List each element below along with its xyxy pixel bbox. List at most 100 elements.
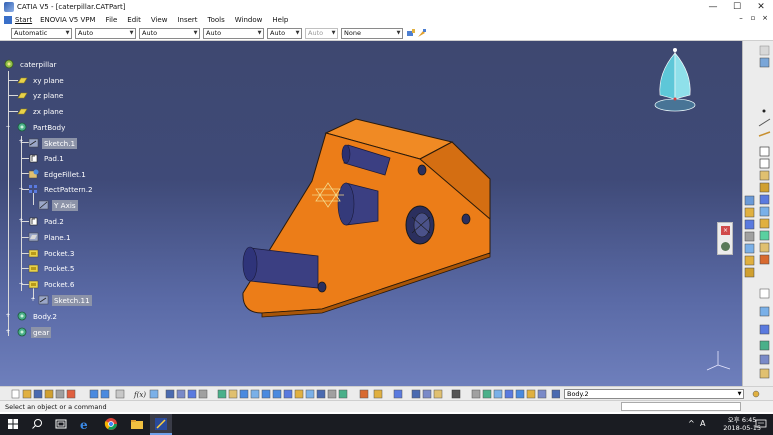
layer-combo[interactable]: Automatic ▼: [11, 28, 72, 39]
pocket-icon: [28, 280, 39, 289]
chevron-down-icon: ▼: [65, 30, 70, 36]
layer-combo-value: Automatic: [14, 29, 48, 37]
file-explorer-icon[interactable]: [130, 417, 144, 431]
3d-viewport[interactable]: caterpillar xy plane yz plane zx plane −…: [0, 41, 742, 386]
collapse-icon[interactable]: −: [5, 124, 11, 130]
tree-item-pocket-5[interactable]: Pocket.5: [28, 262, 76, 274]
windows-start-icon[interactable]: [6, 417, 20, 431]
pocket-icon: [28, 264, 39, 273]
close-button[interactable]: ✕: [749, 0, 773, 14]
fill-color-combo[interactable]: Auto ▼: [75, 28, 136, 39]
render-style-value: None: [344, 29, 361, 37]
pocket-icon: [28, 249, 39, 258]
current-body-combo[interactable]: Body.2 ▼: [564, 389, 744, 399]
chevron-down-icon: ▼: [396, 30, 401, 36]
expand-icon[interactable]: +: [5, 329, 11, 335]
tree-item-pocket-3[interactable]: Pocket.3: [28, 247, 76, 259]
tree-label: Pocket.5: [44, 263, 75, 273]
notification-icon[interactable]: [755, 418, 767, 430]
menu-window[interactable]: Window: [235, 16, 263, 24]
tree-item-rectpattern-2[interactable]: RectPattern.2: [28, 183, 95, 195]
expand-icon[interactable]: +: [5, 313, 11, 319]
pattern-icon: [29, 185, 37, 193]
tree-item-zx-plane[interactable]: zx plane: [17, 105, 65, 117]
menu-bar: Start ENOVIA V5 VPM File Edit View Inser…: [0, 14, 773, 26]
bottom-tool-icons[interactable]: f(x): [0, 387, 560, 401]
tree-label: EdgeFillet.1: [44, 169, 86, 179]
svg-text:f(x): f(x): [133, 391, 146, 399]
tree-item-partbody[interactable]: PartBody: [17, 121, 67, 133]
tree-item-sketch-11[interactable]: Sketch.11: [38, 294, 92, 306]
line-type-combo[interactable]: Auto ▼: [267, 28, 302, 39]
tree-item-plane-1[interactable]: Plane.1: [28, 231, 73, 243]
task-view-icon[interactable]: [54, 417, 68, 431]
expand-icon[interactable]: +: [30, 297, 36, 303]
menu-insert[interactable]: Insert: [177, 16, 197, 24]
point-symbol-combo: Auto ▼: [305, 28, 338, 39]
tree-item-pad-1[interactable]: Pad.1: [28, 152, 66, 164]
transparency-combo[interactable]: Auto ▼: [139, 28, 200, 39]
menu-enovia[interactable]: ENOVIA V5 VPM: [40, 16, 95, 24]
tree-item-y-axis[interactable]: Y Axis: [38, 199, 78, 211]
tree-root-caterpillar[interactable]: caterpillar: [4, 58, 58, 70]
collapse-icon[interactable]: −: [18, 186, 24, 192]
edge-browser-icon[interactable]: e: [78, 417, 92, 431]
minimize-button[interactable]: —: [701, 0, 725, 14]
search-icon[interactable]: [30, 417, 44, 431]
exit-button[interactable]: ×: [721, 226, 730, 235]
tree-item-edgefillet-1[interactable]: EdgeFillet.1: [28, 168, 88, 180]
compass-icon[interactable]: [652, 47, 698, 117]
power-input-field[interactable]: [621, 402, 741, 411]
normal-view-icon[interactable]: [721, 242, 730, 251]
tree-item-pad-2[interactable]: Pad.2: [28, 215, 66, 227]
start-icon: [4, 16, 12, 24]
line-thickness-combo[interactable]: Auto ▼: [203, 28, 264, 39]
maximize-button[interactable]: ☐: [725, 0, 749, 14]
chrome-icon[interactable]: [104, 417, 118, 431]
plane-icon: [28, 232, 39, 242]
fillet-icon: [28, 169, 39, 179]
tree-item-gear[interactable]: gear: [17, 326, 52, 338]
menu-tools[interactable]: Tools: [208, 16, 225, 24]
doc-close-button[interactable]: ×: [759, 14, 771, 22]
tree-item-xy-plane[interactable]: xy plane: [17, 74, 66, 86]
right-toolbar: [742, 41, 773, 386]
specification-tree: caterpillar xy plane yz plane zx plane −…: [0, 41, 240, 386]
menu-help[interactable]: Help: [272, 16, 288, 24]
expand-icon[interactable]: +: [18, 139, 24, 145]
line-type-value: Auto: [270, 29, 286, 37]
menu-file[interactable]: File: [106, 16, 118, 24]
body-icon: [17, 327, 27, 337]
tree-item-pocket-6[interactable]: Pocket.6: [28, 278, 76, 290]
part-icon: [4, 59, 14, 69]
tray-chevron-icon[interactable]: ^: [688, 419, 695, 428]
tree-label: caterpillar: [20, 59, 57, 69]
plane-icon: [17, 108, 28, 115]
ime-indicator[interactable]: A: [700, 419, 705, 428]
settings-icon[interactable]: [752, 390, 760, 398]
brush-icon[interactable]: [417, 28, 427, 38]
tree-item-yz-plane[interactable]: yz plane: [17, 89, 65, 101]
doc-minimize-button[interactable]: –: [735, 14, 747, 22]
catia-app-icon: [4, 2, 14, 12]
line-thickness-value: Auto: [206, 29, 222, 37]
windows-taskbar: e ^ A 오후 6:45 2018-05-15: [0, 414, 773, 435]
tree-label: Sketch.11: [52, 294, 92, 306]
svg-text:e: e: [80, 418, 88, 431]
menu-start[interactable]: Start: [4, 16, 32, 24]
menu-view[interactable]: View: [151, 16, 168, 24]
collapse-icon[interactable]: −: [18, 281, 24, 287]
tree-item-body-2[interactable]: Body.2: [17, 310, 59, 322]
tree-item-sketch-1[interactable]: Sketch.1: [28, 137, 78, 149]
painter-icon[interactable]: [406, 28, 416, 38]
render-style-combo[interactable]: None ▼: [341, 28, 403, 39]
fill-color-value: Auto: [78, 29, 94, 37]
chevron-down-icon: ▼: [193, 30, 198, 36]
tree-label: PartBody: [33, 122, 66, 132]
pad-icon: [29, 217, 38, 226]
catia-taskbar-button[interactable]: [150, 414, 172, 435]
menu-edit[interactable]: Edit: [127, 16, 141, 24]
expand-icon[interactable]: +: [18, 218, 24, 224]
doc-restore-button[interactable]: ▫: [747, 14, 759, 22]
chevron-down-icon: ▼: [129, 30, 134, 36]
